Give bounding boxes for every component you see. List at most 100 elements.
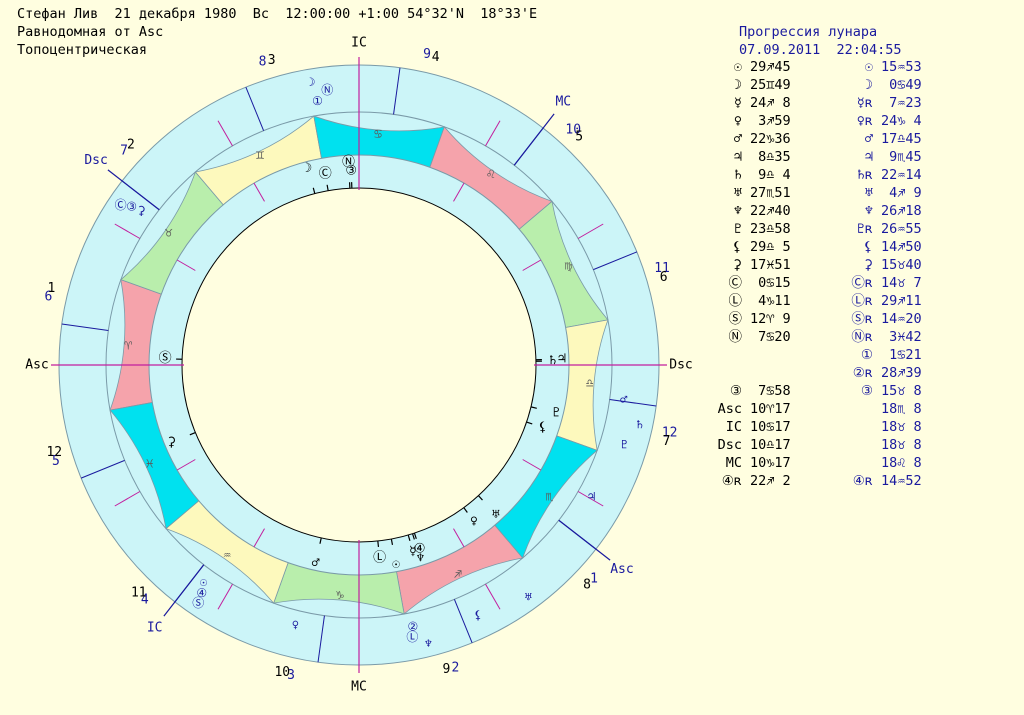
natal-position-glyph: ⚳: [732, 257, 742, 273]
natal-position-value: 29♎ 5: [750, 239, 791, 255]
progressed-position-value: 9♏45: [881, 149, 922, 165]
progressed-position-glyph: ♀ʀ: [856, 113, 873, 129]
natal-position-value: 24♐ 8: [750, 95, 791, 111]
progressed-position-row: ☿ʀ 7♒23: [851, 94, 922, 112]
natal-position-glyph: ♀: [733, 113, 742, 129]
sign-glyph-8: ♐: [454, 567, 462, 582]
progressed-position-value: 7♒23: [881, 95, 922, 111]
progressed-position-value: 28♐39: [881, 365, 922, 381]
natal-position-row: Dsc 10♎17: [714, 436, 791, 454]
natal-position-glyph: ♆: [733, 203, 742, 219]
progressed-position-glyph: ☿ʀ: [856, 95, 873, 111]
natal-position-row: ♆ 22♐40: [714, 202, 791, 220]
natal-position-glyph: Asc: [717, 401, 742, 417]
natal-position-row: ④ʀ 22♐ 2: [714, 472, 791, 490]
sign-glyph-6: ♎: [586, 377, 594, 392]
progressed-positions-table: ☉ 15♒53 ☽ 0♋49 ☿ʀ 7♒23 ♀ʀ 24♑ 4 ♂ 17♎45 ♃ 9♏45 ♄ʀ…: [851, 58, 922, 490]
natal-position-glyph: ③: [729, 383, 742, 399]
natal-position-value: 10♑17: [750, 455, 791, 471]
natal-position-row: [714, 346, 791, 364]
natal-position-glyph: ☿: [733, 95, 742, 111]
progressed-planet-glyph: ☽: [308, 75, 315, 89]
natal-house-number: 11: [131, 586, 147, 601]
natal-axis-label-dsc: Dsc: [669, 358, 692, 373]
sign-glyph-11: ♓: [146, 456, 154, 471]
natal-house-number: 1: [48, 281, 56, 296]
progressed-house-number: 1: [590, 572, 598, 587]
natal-house-number: 4: [432, 50, 440, 65]
natal-position-value: 7♋20: [750, 329, 791, 345]
progressed-position-row: ♆ 26♐18: [851, 202, 922, 220]
natal-position-row: ♃ 8♎35: [714, 148, 791, 166]
progressed-position-row: ⚸ 14♐50: [851, 238, 922, 256]
natal-house-number: 5: [575, 129, 583, 144]
natal-house-number: 9: [442, 662, 450, 677]
natal-position-glyph: Dsc: [717, 437, 742, 453]
progressed-position-glyph: ♄ʀ: [856, 167, 873, 183]
progressed-position-row: ♀ʀ 24♑ 4: [851, 112, 922, 130]
progressed-position-glyph: ♇ʀ: [856, 221, 873, 237]
natal-position-row: Ⓛ 4♑11: [714, 292, 791, 310]
progressed-position-glyph: ②ʀ: [852, 365, 873, 381]
natal-position-glyph: ④ʀ: [721, 473, 742, 489]
natal-planet-glyph: ④: [414, 542, 426, 557]
progressed-house-number: 2: [452, 661, 460, 676]
progressed-planet-glyph: Ⓒ: [115, 198, 127, 212]
natal-axis-label-ic: IC: [351, 36, 367, 51]
progressed-position-value: 15♉40: [881, 257, 922, 273]
natal-position-value: 10♎17: [750, 437, 791, 453]
natal-position-value: 29♐45: [750, 59, 791, 75]
natal-position-value: 17♓51: [750, 257, 791, 273]
progressed-house-number: 9: [423, 47, 431, 62]
natal-axis-label-mc: MC: [351, 680, 367, 695]
natal-position-glyph: ⚸: [732, 239, 742, 255]
natal-position-glyph: ♅: [733, 185, 742, 201]
progressed-position-value: 15♉ 8: [881, 383, 922, 399]
natal-position-glyph: Ⓒ: [728, 275, 743, 291]
natal-house-number: 3: [268, 53, 276, 68]
progressed-position-value: 18♌ 8: [881, 455, 922, 471]
progressed-position-row: ♄ʀ 22♒14: [851, 166, 922, 184]
progressed-position-value: 4♐ 9: [881, 185, 922, 201]
progressed-position-row: ④ʀ 14♒52: [851, 472, 922, 490]
natal-position-row: ♀ 3♐59: [714, 112, 791, 130]
natal-position-glyph: Ⓢ: [728, 311, 743, 327]
progressed-position-glyph: Ⓝʀ: [851, 329, 873, 345]
natal-planet-glyph: ⚳: [167, 435, 177, 450]
natal-position-glyph: ☉: [733, 59, 742, 75]
progressed-position-glyph: ♆: [864, 203, 873, 219]
natal-position-value: 12♈ 9: [750, 311, 791, 327]
progressed-position-row: 18♉ 8: [851, 418, 922, 436]
natal-position-value: 10♋17: [750, 419, 791, 435]
natal-planet-glyph: Ⓢ: [159, 351, 172, 366]
progressed-position-row: Ⓛʀ 29♐11: [851, 292, 921, 310]
natal-position-glyph: ♂: [733, 131, 742, 147]
progressed-planet-glyph: ♇: [621, 437, 628, 451]
progressed-axis-label-dsc: Dsc: [84, 153, 107, 168]
progressed-position-glyph: ③: [860, 383, 873, 399]
progressed-position-value: 3♓42: [881, 329, 922, 345]
natal-position-glyph: MC: [725, 455, 742, 471]
chart-wheel[interactable]: ♈♉♊♋♌♍♎♏♐♑♒♓123456789101112123 4567891011…: [0, 0, 730, 715]
progressed-position-glyph: ①: [860, 347, 873, 363]
natal-position-value: 7♋58: [750, 383, 791, 399]
progressed-position-value: 22♒14: [881, 167, 922, 183]
natal-planet-glyph: ♀: [470, 514, 478, 529]
natal-position-row: ⚳ 17♓51: [714, 256, 791, 274]
progressed-planet-glyph: ⚸: [474, 608, 483, 622]
progressed-position-row: ♅ 4♐ 9: [851, 184, 922, 202]
progressed-planet-glyph: ③: [126, 200, 137, 214]
natal-planet-glyph: ♂: [312, 556, 320, 571]
progressed-position-value: 1♋21: [881, 347, 922, 363]
progressed-position-value: 18♉ 8: [881, 437, 922, 453]
natal-planet-glyph: Ⓒ: [319, 166, 332, 181]
natal-position-value: 25♊49: [750, 77, 791, 93]
progressed-position-value: 0♋49: [881, 77, 922, 93]
natal-planet-glyph: ☽: [304, 161, 312, 176]
progressed-planet-glyph: ♆: [425, 636, 432, 650]
natal-house-number: 2: [127, 137, 135, 152]
natal-position-row: Asc 10♈17: [714, 400, 791, 418]
progressed-position-row: 18♌ 8: [851, 454, 922, 472]
progressed-planet-glyph: Ⓝ: [321, 83, 333, 97]
natal-position-glyph: ♄: [733, 167, 742, 183]
